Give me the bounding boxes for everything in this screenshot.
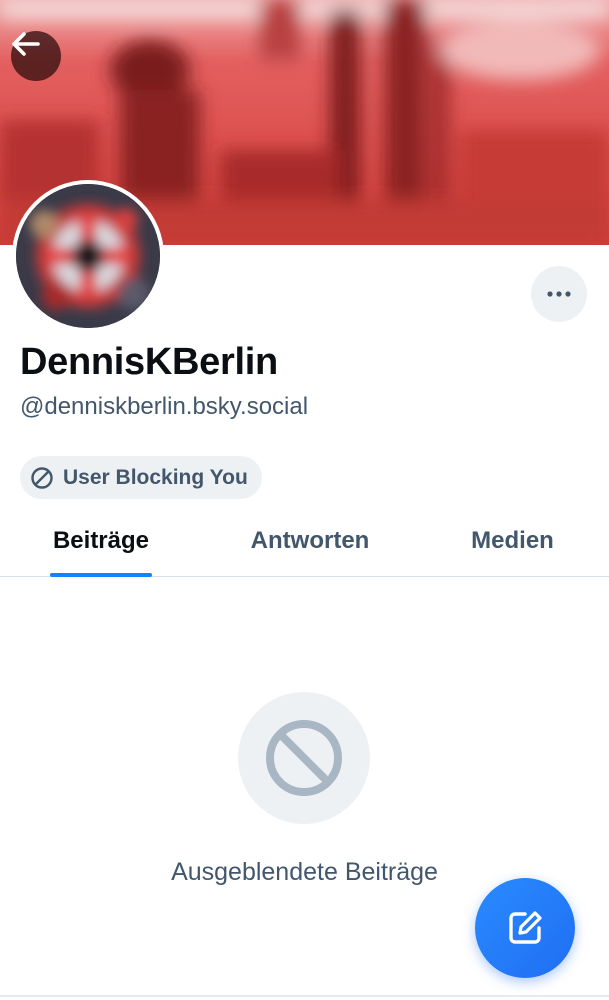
tab-beitraege[interactable]: Beiträge: [50, 505, 152, 576]
compose-post-button[interactable]: [475, 878, 575, 978]
avatar[interactable]: [12, 180, 164, 332]
profile-screen: DennisKBerlin @denniskberlin.bsky.social…: [0, 0, 609, 1000]
tab-antworten[interactable]: Antworten: [240, 505, 380, 576]
profile-handle: @denniskberlin.bsky.social: [20, 393, 309, 420]
display-name: DennisKBerlin: [20, 341, 278, 383]
profile-tabs: Beiträge Antworten Medien: [0, 505, 609, 577]
blocking-status-badge[interactable]: User Blocking You: [20, 456, 262, 499]
blocking-status-label: User Blocking You: [63, 465, 248, 489]
ellipsis-horizontal-icon: [546, 290, 572, 298]
tab-medien[interactable]: Medien: [460, 505, 565, 576]
avatar-image: [16, 184, 160, 328]
more-options-button[interactable]: [531, 266, 587, 322]
empty-state-icon-container: [238, 692, 370, 824]
back-button[interactable]: [11, 31, 61, 81]
active-tab-indicator: [50, 573, 152, 577]
block-icon: [30, 466, 54, 490]
bottom-divider: [0, 995, 609, 997]
compose-icon: [505, 908, 545, 948]
block-icon: [264, 718, 344, 798]
